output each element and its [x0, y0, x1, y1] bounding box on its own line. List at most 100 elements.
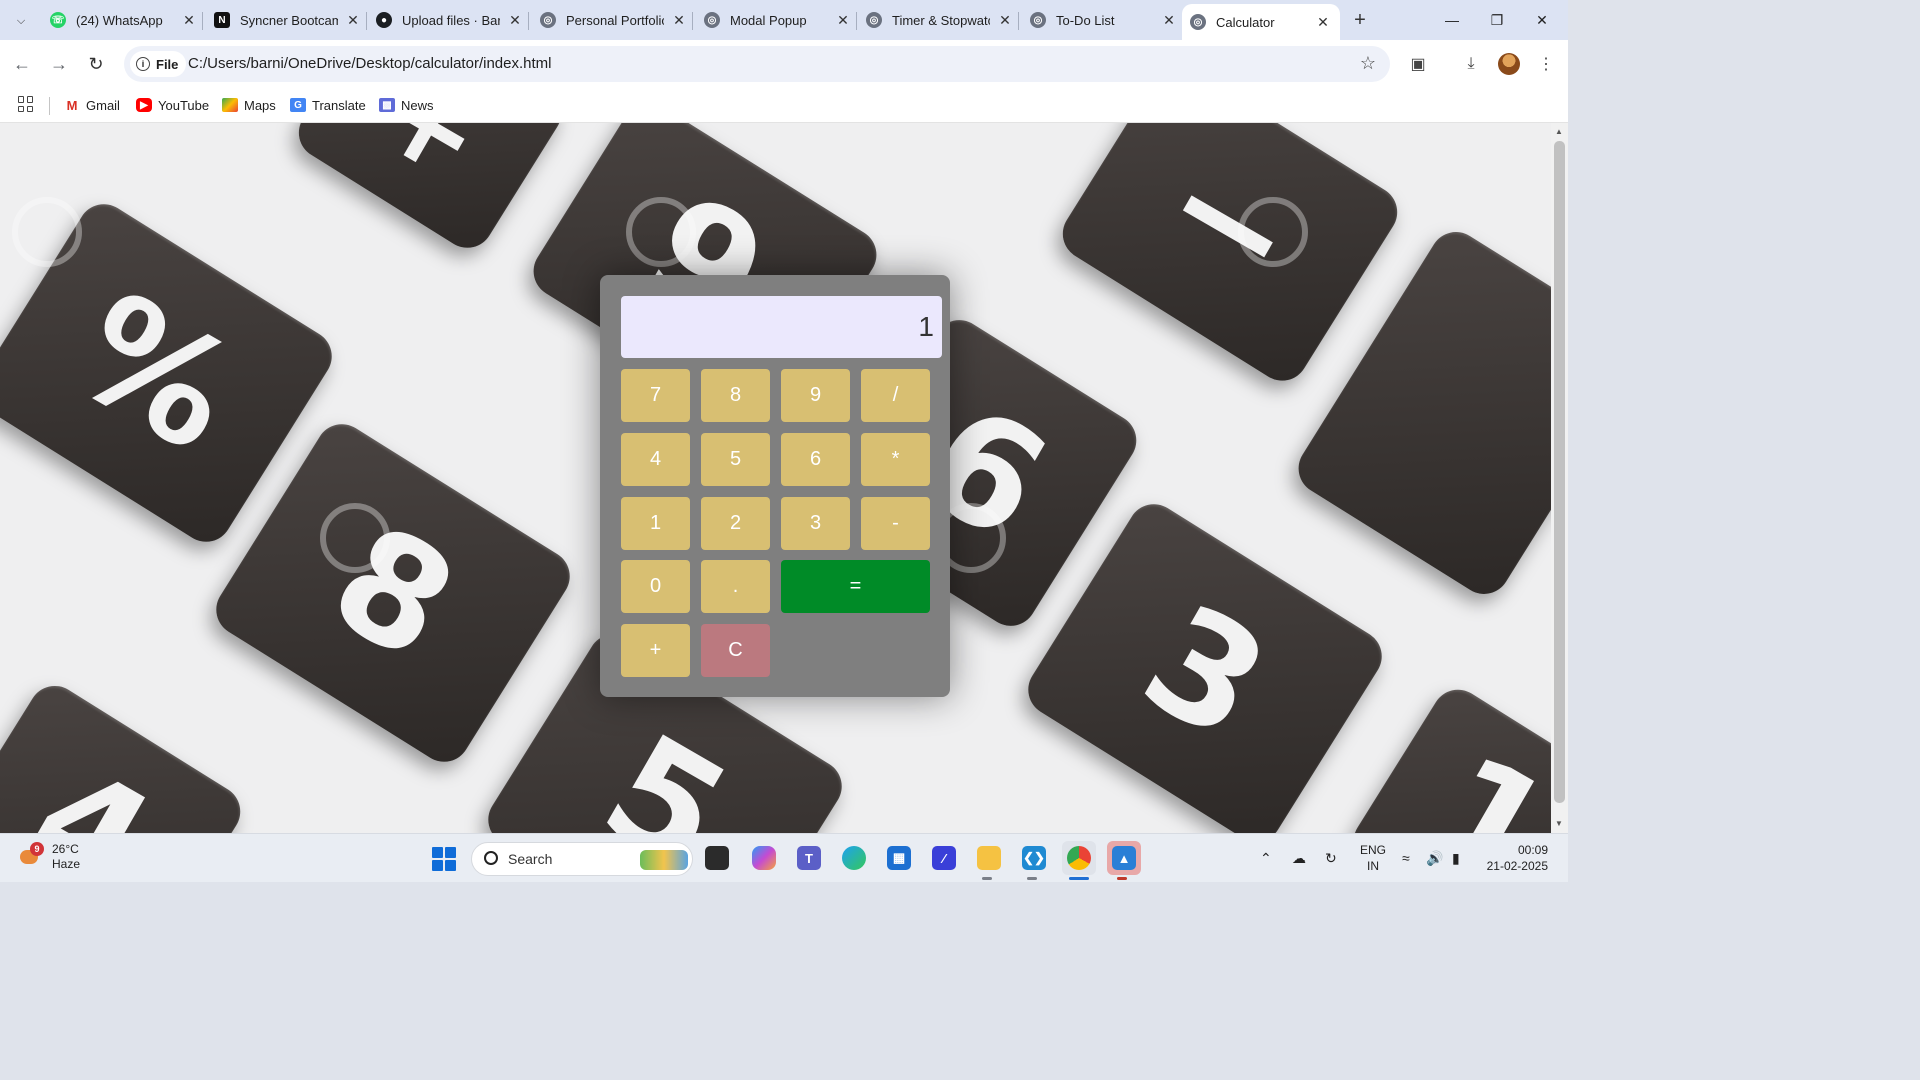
task-view-icon[interactable]	[700, 841, 734, 875]
tab-separator	[692, 12, 693, 30]
running-indicator	[982, 877, 992, 880]
weather-condition: Haze	[52, 857, 81, 871]
restore-button[interactable]: ❐	[1477, 6, 1517, 34]
chrome-icon[interactable]	[1062, 841, 1096, 875]
edge-icon[interactable]	[837, 841, 871, 875]
bookmark-maps[interactable]: Maps	[222, 95, 276, 115]
close-window-button[interactable]: ✕	[1522, 6, 1562, 34]
battery-icon[interactable]: ▮	[1452, 850, 1460, 867]
key-6[interactable]: 6	[781, 433, 850, 486]
close-icon[interactable]: ✕	[996, 11, 1014, 29]
start-button[interactable]	[432, 847, 456, 871]
bookmarks-separator	[49, 97, 50, 115]
close-icon[interactable]: ✕	[1314, 13, 1332, 31]
tab-title: Upload files · Barni	[402, 12, 500, 28]
tab-separator	[366, 12, 367, 30]
minimize-button[interactable]: —	[1432, 6, 1472, 34]
key-5[interactable]: 5	[701, 433, 770, 486]
key-divide[interactable]: /	[861, 369, 930, 422]
key-4[interactable]: 4	[621, 433, 690, 486]
key-decimal[interactable]: .	[701, 560, 770, 613]
tab-search-button[interactable]: ⌵	[8, 8, 34, 34]
wifi-icon[interactable]: ≈	[1402, 850, 1410, 866]
vscode-icon[interactable]: ❮❯	[1017, 841, 1051, 875]
extensions-icon[interactable]: ▣	[1406, 52, 1430, 76]
key-8[interactable]: 8	[701, 369, 770, 422]
language-indicator[interactable]: ENG IN	[1358, 842, 1388, 874]
download-icon[interactable]: ⤓	[1459, 52, 1483, 76]
address-bar[interactable]: i File C:/Users/barni/OneDrive/Desktop/c…	[124, 46, 1390, 82]
key-add[interactable]: +	[621, 624, 690, 677]
notification-badge: 9	[30, 842, 44, 856]
key-0[interactable]: 0	[621, 560, 690, 613]
forward-button[interactable]: →	[47, 52, 71, 76]
tab-personal-portfolio[interactable]: ◎ Personal Portfolio ✕	[540, 6, 688, 34]
clear-button[interactable]: C	[701, 624, 770, 677]
bookmark-youtube[interactable]: ▶ YouTube	[136, 95, 209, 115]
back-button[interactable]: ←	[10, 52, 34, 76]
taskbar-search[interactable]: Search	[471, 842, 693, 876]
onedrive-icon[interactable]: ☁	[1292, 850, 1306, 867]
tab-syncner[interactable]: N Syncner Bootcamp ✕	[214, 6, 362, 34]
url-text[interactable]: C:/Users/barni/OneDrive/Desktop/calculat…	[188, 55, 551, 72]
bookmark-star-icon[interactable]: ☆	[1360, 53, 1376, 74]
key-1[interactable]: 1	[621, 497, 690, 550]
background-key: 4	[0, 676, 251, 833]
tab-title: Modal Popup	[730, 12, 807, 28]
copilot-icon[interactable]	[747, 841, 781, 875]
maps-icon	[222, 98, 238, 112]
key-3[interactable]: 3	[781, 497, 850, 550]
tab-calculator[interactable]: ◎ Calculator ✕	[1182, 4, 1340, 40]
minimize-icon: —	[1445, 12, 1459, 28]
close-icon[interactable]: ✕	[180, 11, 198, 29]
scrollbar-thumb[interactable]	[1554, 141, 1565, 803]
photos-icon[interactable]: ▲	[1107, 841, 1141, 875]
globe-icon: ◎	[866, 12, 882, 28]
weather-haze-icon: 9	[18, 842, 44, 868]
tab-whatsapp[interactable]: ☏ (24) WhatsApp ✕	[50, 6, 198, 34]
tab-modal-popup[interactable]: ◎ Modal Popup ✕	[704, 6, 852, 34]
equals-button[interactable]: =	[781, 560, 930, 613]
teams-icon[interactable]: T	[792, 841, 826, 875]
key-9[interactable]: 9	[781, 369, 850, 422]
volume-icon[interactable]: 🔊	[1426, 850, 1443, 867]
calculator-display[interactable]	[621, 296, 942, 358]
scroll-down-icon[interactable]: ▼	[1555, 819, 1563, 828]
tab-todo-list[interactable]: ◎ To-Do List ✕	[1030, 6, 1178, 34]
page-scrollbar[interactable]: ▲ ▼	[1551, 123, 1568, 833]
store-icon[interactable]: ▦	[882, 841, 916, 875]
chevron-up-icon[interactable]: ⌃	[1260, 850, 1272, 867]
apps-grid-icon[interactable]	[18, 96, 34, 112]
reload-button[interactable]: ↻	[84, 52, 108, 76]
bookmark-translate[interactable]: G Translate	[290, 95, 366, 115]
system-clock[interactable]: 00:09 21-02-2025	[1480, 842, 1548, 874]
plus-icon: +	[1354, 8, 1366, 31]
key-multiply[interactable]: *	[861, 433, 930, 486]
file-explorer-icon[interactable]	[972, 841, 1006, 875]
close-icon[interactable]: ✕	[670, 11, 688, 29]
key-7[interactable]: 7	[621, 369, 690, 422]
site-info-chip[interactable]: i File	[130, 51, 187, 77]
tab-github-upload[interactable]: ● Upload files · Barni ✕	[376, 6, 524, 34]
close-icon[interactable]: ✕	[344, 11, 362, 29]
profile-avatar[interactable]	[1498, 53, 1520, 75]
bookmark-gmail[interactable]: M Gmail	[64, 95, 120, 115]
weather-widget[interactable]: 9 26°C Haze	[18, 842, 80, 872]
bookmark-news[interactable]: ▩ News	[379, 95, 434, 115]
key-2[interactable]: 2	[701, 497, 770, 550]
scroll-up-icon[interactable]: ▲	[1555, 127, 1563, 136]
background-key: +	[289, 123, 571, 258]
tab-timer-stopwatch[interactable]: ◎ Timer & Stopwatch ✕	[866, 6, 1014, 34]
menu-dots-icon[interactable]: ⋮	[1534, 52, 1558, 76]
bookmark-label: Gmail	[86, 97, 120, 113]
new-tab-button[interactable]: +	[1348, 8, 1372, 32]
key-subtract[interactable]: -	[861, 497, 930, 550]
close-icon[interactable]: ✕	[1160, 11, 1178, 29]
search-highlight-image	[640, 850, 688, 870]
bookmark-label: News	[401, 97, 434, 113]
close-icon[interactable]: ✕	[834, 11, 852, 29]
sync-icon[interactable]: ↻	[1325, 850, 1337, 867]
region-code: IN	[1367, 859, 1379, 873]
app-icon[interactable]: ∕	[927, 841, 961, 875]
close-icon[interactable]: ✕	[506, 11, 524, 29]
